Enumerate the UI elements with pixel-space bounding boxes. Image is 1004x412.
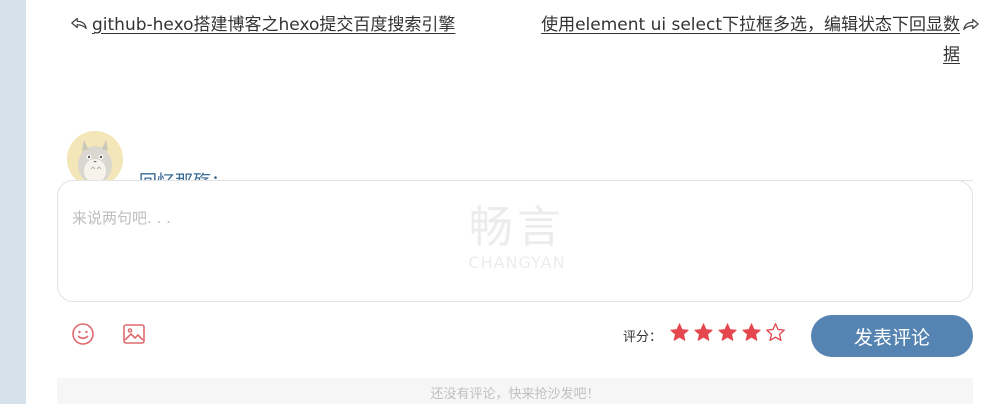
- prev-post: github-hexo搭建博客之hexo提交百度搜索引擎: [70, 10, 455, 35]
- totoro-avatar-image: [67, 131, 123, 187]
- avatar[interactable]: [67, 131, 123, 187]
- share-right-icon: [963, 18, 979, 31]
- rating-stars: [669, 322, 786, 343]
- star-filled-icon[interactable]: [693, 322, 714, 343]
- comment-textarea[interactable]: 来说两句吧. . . 畅言 CHANGYAN: [57, 180, 973, 302]
- watermark-en: CHANGYAN: [468, 253, 566, 272]
- rating-label: 评分：: [623, 330, 663, 345]
- submit-comment-button[interactable]: 发表评论: [811, 315, 973, 357]
- next-post: 使用element ui select下拉框多选，编辑状态下回显数据: [532, 10, 979, 70]
- next-post-link[interactable]: 使用element ui select下拉框多选，编辑状态下回显数据: [541, 15, 960, 65]
- star-filled-icon[interactable]: [717, 322, 738, 343]
- prev-post-link[interactable]: github-hexo搭建博客之hexo提交百度搜索引擎: [92, 10, 455, 35]
- image-icon[interactable]: [122, 322, 146, 346]
- post-navigation: github-hexo搭建博客之hexo提交百度搜索引擎 使用element u…: [60, 8, 979, 70]
- left-sidebar-strip: [0, 0, 26, 404]
- star-filled-icon[interactable]: [741, 322, 762, 343]
- comment-toolbar: 评分： 发表评论: [57, 314, 973, 358]
- smiley-icon[interactable]: [71, 322, 95, 346]
- changyan-watermark: 畅言 CHANGYAN: [458, 203, 576, 273]
- comment-placeholder: 来说两句吧. . .: [72, 209, 171, 227]
- star-filled-icon[interactable]: [669, 322, 690, 343]
- share-left-icon: [71, 17, 87, 29]
- star-empty-icon[interactable]: [765, 322, 786, 343]
- watermark-cn: 畅言: [469, 202, 565, 253]
- empty-comments-notice: 还没有评论，快来抢沙发吧！: [57, 378, 973, 404]
